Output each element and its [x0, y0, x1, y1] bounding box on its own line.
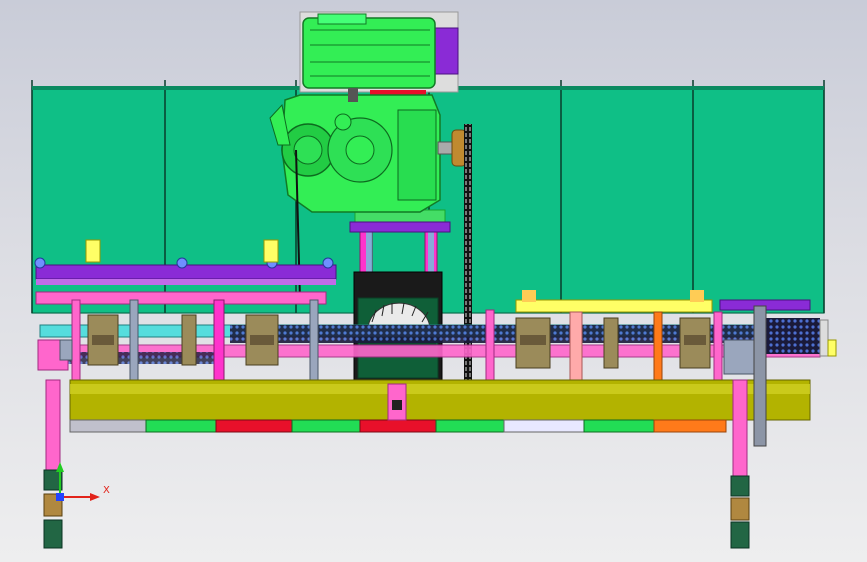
rotary-tiller-assembly-drawing	[31, 11, 837, 549]
engine	[269, 11, 467, 213]
axis-x-label: X	[103, 485, 110, 496]
axis-x-arrow	[90, 493, 100, 501]
bottom-skid	[69, 379, 811, 433]
chain-case-bottom	[387, 383, 407, 421]
left-leg	[37, 339, 73, 549]
axis-triad	[56, 462, 100, 501]
cad-viewport[interactable]: X	[0, 0, 867, 562]
right-leg	[723, 305, 767, 549]
axis-z-marker	[56, 493, 64, 501]
